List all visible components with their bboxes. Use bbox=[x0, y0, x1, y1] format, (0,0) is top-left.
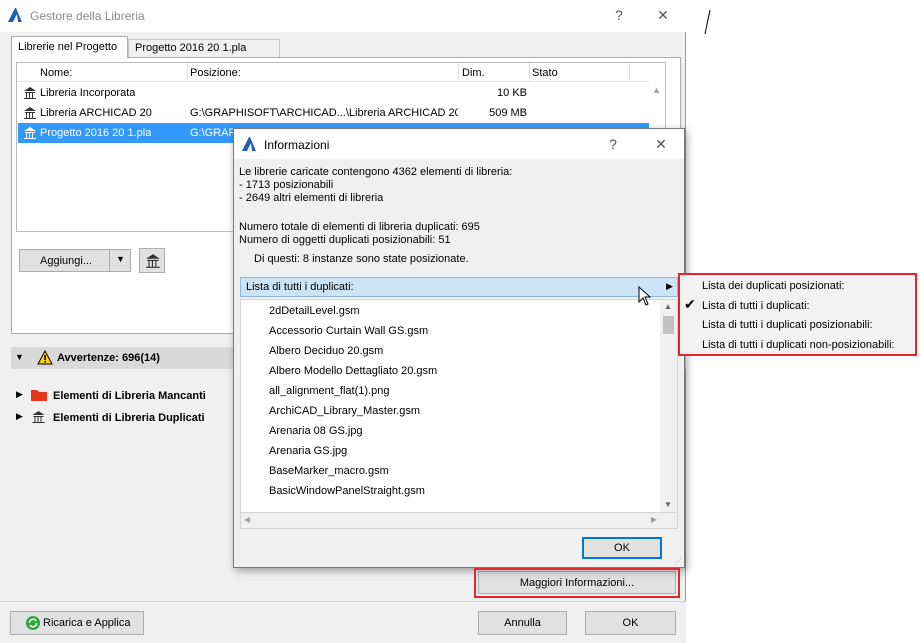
dropdown-arrow-icon[interactable]: ▼ bbox=[116, 254, 125, 264]
checkmark-icon: ✔ bbox=[684, 296, 696, 312]
duplicates-filter-menu: Lista dei duplicati posizionati: ✔ Lista… bbox=[678, 273, 917, 356]
summary-line: - 2649 altri elementi di libreria bbox=[239, 192, 384, 204]
library-size: 10 KB bbox=[497, 87, 527, 99]
dropdown-value: Lista di tutti i duplicati: bbox=[246, 281, 354, 293]
archicad-app-icon bbox=[242, 137, 256, 151]
expand-arrow-icon[interactable]: ▶ bbox=[16, 389, 23, 400]
collapse-arrow-icon[interactable]: ▼ bbox=[15, 352, 24, 362]
window-title: Gestore della Libreria bbox=[30, 9, 145, 23]
tree-label-duplicates: Elementi di Libreria Duplicati bbox=[53, 412, 205, 424]
library-icon bbox=[32, 411, 45, 423]
library-name: Libreria Incorporata bbox=[40, 87, 136, 99]
tree-label-missing: Elementi di Libreria Mancanti bbox=[53, 390, 206, 402]
scroll-thumb[interactable] bbox=[663, 316, 674, 334]
info-dialog: Informazioni ? ✕ Le librerie caricate co… bbox=[233, 128, 685, 568]
list-item[interactable]: Arenaria 08 GS.jpg bbox=[269, 425, 363, 437]
library-icon bbox=[24, 107, 36, 119]
menu-item-all[interactable]: Lista di tutti i duplicati: bbox=[702, 300, 810, 312]
dialog-ok-label: OK bbox=[614, 542, 630, 554]
scroll-left-icon[interactable]: ◀ bbox=[244, 515, 250, 524]
library-position: G:\GRAPHISOFT\ARCHICAD...\Libreria ARCHI… bbox=[190, 107, 458, 119]
summary-line: - 1713 posizionabili bbox=[239, 179, 334, 191]
mouse-cursor-icon bbox=[638, 286, 652, 306]
horizontal-scrollbar[interactable]: ◀ ▶ bbox=[240, 513, 678, 529]
scroll-up-icon[interactable]: ▲ bbox=[652, 85, 661, 95]
list-item[interactable]: Accessorio Curtain Wall GS.gsm bbox=[269, 325, 428, 337]
list-item[interactable]: 2dDetailLevel.gsm bbox=[269, 305, 360, 317]
tab-project-file[interactable]: Progetto 2016 20 1.pla bbox=[128, 39, 280, 58]
resize-grip-icon[interactable]: ⋰ bbox=[674, 557, 682, 566]
column-status[interactable]: Stato bbox=[532, 67, 558, 79]
red-folder-icon bbox=[31, 390, 47, 401]
reload-apply-button[interactable]: Ricarica e Applica bbox=[10, 611, 144, 635]
cancel-button[interactable]: Annulla bbox=[478, 611, 567, 635]
warnings-label: Avvertenze: 696(14) bbox=[57, 352, 160, 364]
library-icon bbox=[24, 87, 36, 99]
library-name: Libreria ARCHICAD 20 bbox=[40, 107, 152, 119]
list-item[interactable]: Arenaria GS.jpg bbox=[269, 445, 347, 457]
library-icon bbox=[24, 127, 36, 139]
library-icon bbox=[146, 254, 160, 268]
duplicates-placed: Di questi: 8 instanze sono state posizio… bbox=[254, 253, 469, 265]
summary-line: Le librerie caricate contengono 4362 ele… bbox=[239, 166, 513, 178]
vertical-scrollbar[interactable]: ▲ ▼ bbox=[660, 300, 677, 512]
close-button[interactable]: ✕ bbox=[648, 5, 678, 25]
dialog-help-button[interactable]: ? bbox=[598, 134, 628, 154]
list-header: Nome: Posizione: Dim. Stato bbox=[17, 63, 649, 82]
title-bar: Gestore della Libreria ? ✕ bbox=[0, 0, 686, 32]
duplicates-total: Numero totale di elementi di libreria du… bbox=[239, 221, 480, 233]
reload-apply-label: Ricarica e Applica bbox=[43, 617, 131, 629]
column-name[interactable]: Nome: bbox=[40, 67, 72, 79]
expand-arrow-icon[interactable]: ▶ bbox=[16, 411, 23, 422]
list-item[interactable]: Albero Modello Dettagliato 20.gsm bbox=[269, 365, 437, 377]
ok-label: OK bbox=[622, 617, 639, 629]
library-row[interactable]: Libreria ARCHICAD 20 G:\GRAPHISOFT\ARCHI… bbox=[18, 103, 649, 123]
column-position[interactable]: Posizione: bbox=[190, 67, 241, 79]
warning-icon bbox=[37, 350, 53, 365]
menu-item-non-placeable[interactable]: Lista di tutti i duplicati non-posiziona… bbox=[702, 339, 895, 351]
scroll-down-icon[interactable]: ▼ bbox=[664, 500, 672, 509]
dialog-ok-button[interactable]: OK bbox=[582, 537, 662, 559]
tab-project-libraries[interactable]: Librerie nel Progetto bbox=[11, 36, 128, 58]
library-row[interactable]: Libreria Incorporata 10 KB bbox=[18, 83, 649, 103]
cancel-label: Annulla bbox=[504, 617, 541, 629]
list-item[interactable]: ArchiCAD_Library_Master.gsm bbox=[269, 405, 420, 417]
column-size[interactable]: Dim. bbox=[462, 67, 485, 79]
help-button[interactable]: ? bbox=[604, 5, 634, 25]
list-item[interactable]: all_alignment_flat(1).png bbox=[269, 385, 389, 397]
duplicates-filter-dropdown[interactable]: Lista di tutti i duplicati: ▶ bbox=[240, 277, 678, 297]
list-item[interactable]: BaseMarker_macro.gsm bbox=[269, 465, 389, 477]
scroll-up-icon[interactable]: ▲ bbox=[664, 302, 672, 311]
highlight-outline bbox=[474, 568, 680, 598]
library-settings-button[interactable] bbox=[139, 248, 165, 273]
scroll-right-icon[interactable]: ▶ bbox=[651, 515, 657, 524]
archicad-app-icon bbox=[8, 8, 22, 22]
dialog-title: Informazioni bbox=[264, 138, 330, 152]
list-item[interactable]: BasicWindowPanelStraight.gsm bbox=[269, 485, 425, 497]
duplicates-list[interactable]: 2dDetailLevel.gsm Accessorio Curtain Wal… bbox=[240, 299, 678, 513]
menu-item-placeable[interactable]: Lista di tutti i duplicati posizionabili… bbox=[702, 319, 873, 331]
menu-item-placed[interactable]: Lista dei duplicati posizionati: bbox=[702, 280, 844, 292]
library-size: 509 MB bbox=[489, 107, 527, 119]
add-library-button[interactable]: Aggiungi... ▼ bbox=[19, 249, 131, 272]
dialog-title-bar: Informazioni ? ✕ bbox=[234, 129, 684, 159]
submenu-arrow-icon[interactable]: ▶ bbox=[666, 281, 673, 292]
duplicates-placeable: Numero di oggetti duplicati posizionabil… bbox=[239, 234, 451, 246]
library-name: Progetto 2016 20 1.pla bbox=[40, 127, 152, 139]
add-library-label: Aggiungi... bbox=[40, 255, 92, 267]
dialog-close-button[interactable]: ✕ bbox=[646, 134, 676, 154]
edge-mark-icon bbox=[704, 9, 711, 35]
list-item[interactable]: Albero Deciduo 20.gsm bbox=[269, 345, 383, 357]
ok-button[interactable]: OK bbox=[585, 611, 676, 635]
reload-icon bbox=[26, 616, 40, 630]
